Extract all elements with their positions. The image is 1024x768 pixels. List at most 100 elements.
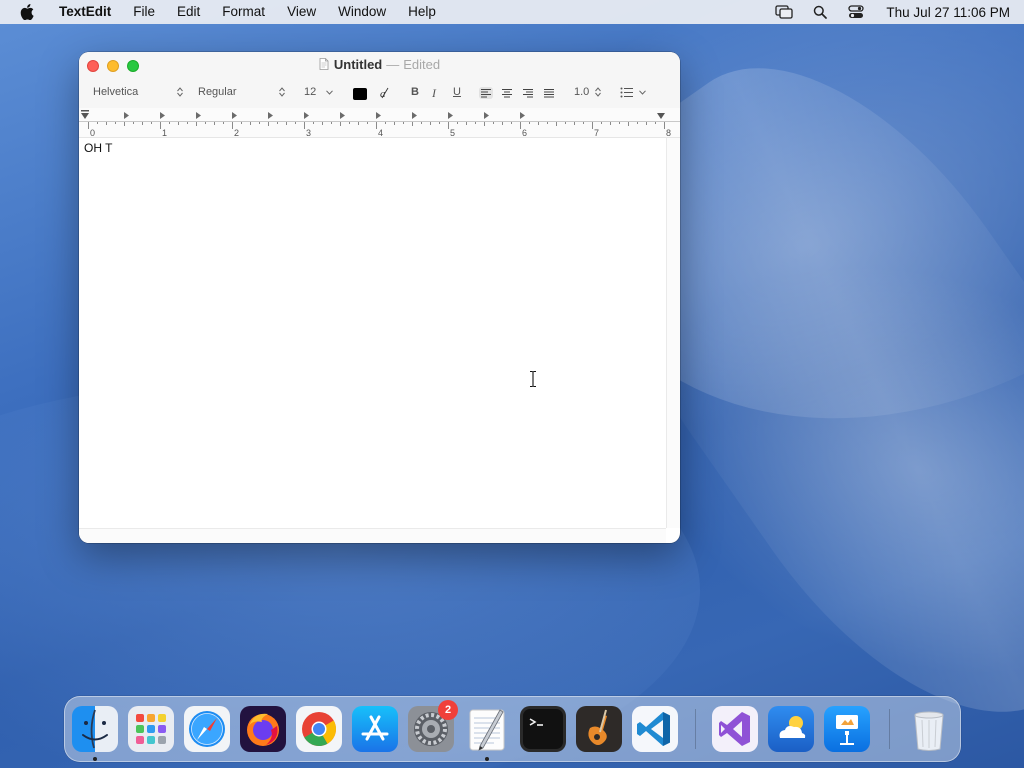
tab-stop-marker[interactable] (520, 112, 525, 119)
safari-icon[interactable] (184, 706, 230, 752)
terminal-icon[interactable] (520, 706, 566, 752)
document-title: Untitled (333, 57, 383, 72)
font-size-chevron-down-icon (326, 89, 334, 95)
tab-stop-marker[interactable] (448, 112, 453, 119)
tab-stop-marker[interactable] (484, 112, 489, 119)
svg-text:a: a (380, 88, 386, 100)
app-store-icon[interactable] (352, 706, 398, 752)
ruler-label: 0 (90, 128, 95, 138)
highlight-color-icon[interactable]: a (377, 85, 393, 101)
menu-app-name[interactable]: TextEdit (48, 0, 122, 24)
system-settings-icon[interactable]: 2 (408, 700, 458, 752)
align-right-button[interactable] (521, 87, 535, 99)
visual-studio-icon[interactable] (712, 706, 758, 752)
launchpad-icon[interactable] (128, 706, 174, 752)
font-family-popup[interactable]: Helvetica (93, 86, 184, 98)
bulleted-list-icon (620, 87, 633, 98)
tab-stop-marker[interactable] (376, 112, 381, 119)
format-toolbar: Helvetica Regular 12 a B I U 1.0 (79, 78, 680, 108)
finder-running-indicator (93, 757, 97, 761)
tab-stop-marker[interactable] (268, 112, 273, 119)
tab-stop-marker[interactable] (412, 112, 417, 119)
trash-icon[interactable] (906, 706, 952, 752)
ruler-label: 7 (594, 128, 599, 138)
dock: 2 (64, 696, 961, 762)
chrome-icon[interactable] (296, 706, 342, 752)
ruler-label: 1 (162, 128, 167, 138)
list-style-popup[interactable] (620, 87, 646, 98)
screen-mirroring-icon[interactable] (773, 3, 795, 21)
font-style-popup[interactable]: Regular (198, 86, 285, 98)
font-size-value: 12 (304, 86, 317, 98)
italic-button[interactable]: I (432, 86, 436, 101)
ruler-label: 2 (234, 128, 239, 138)
list-style-chevron-down-icon (639, 90, 646, 95)
menu-view[interactable]: View (276, 0, 327, 24)
tab-stop-marker[interactable] (196, 112, 201, 119)
dock-separator-trash (889, 709, 890, 749)
ruler-label: 4 (378, 128, 383, 138)
tab-stop-marker[interactable] (232, 112, 237, 119)
right-margin-marker[interactable] (657, 113, 665, 119)
menu-window[interactable]: Window (327, 0, 397, 24)
font-style-value: Regular (198, 86, 237, 98)
menu-edit[interactable]: Edit (166, 0, 211, 24)
control-center-icon[interactable] (845, 3, 867, 21)
vertical-scroll-rail[interactable] (666, 138, 680, 528)
window-title: Untitled — Edited (79, 57, 680, 72)
vscode-icon[interactable] (632, 706, 678, 752)
window-title-bar[interactable]: Untitled — Edited (79, 52, 680, 78)
line-spacing-popup[interactable]: 1.0 (574, 86, 602, 98)
align-right-icon (523, 89, 533, 98)
menu-bar: TextEdit File Edit Format View Window He… (0, 0, 1024, 24)
finder-icon[interactable] (72, 706, 118, 752)
font-family-updown-icon (177, 87, 184, 97)
ruler-label: 3 (306, 128, 311, 138)
dock-separator (695, 709, 696, 749)
line-spacing-updown-icon (595, 87, 602, 97)
tab-stop-marker[interactable] (340, 112, 345, 119)
menu-bar-clock[interactable]: Thu Jul 27 11:06 PM (886, 5, 1010, 20)
menu-format[interactable]: Format (211, 0, 276, 24)
title-separator: — (386, 57, 400, 72)
line-spacing-value: 1.0 (574, 86, 590, 98)
system-settings-badge: 2 (438, 700, 458, 720)
align-left-button[interactable] (479, 87, 493, 99)
firefox-icon[interactable] (240, 706, 286, 752)
document-edited-status: Edited (403, 57, 441, 72)
underline-button[interactable]: U (453, 86, 461, 98)
window-bottom-edge (79, 528, 666, 543)
ruler-label: 8 (666, 128, 671, 138)
keynote-icon[interactable] (824, 706, 870, 752)
text-color-well[interactable] (353, 88, 367, 100)
ruler-label: 5 (450, 128, 455, 138)
document-proxy-icon[interactable] (319, 58, 329, 70)
document-text[interactable]: OH T (84, 141, 112, 155)
font-style-updown-icon (278, 87, 285, 97)
align-center-icon (502, 89, 512, 98)
align-left-icon (481, 89, 491, 98)
text-ruler[interactable]: 0 1 2 3 4 5 6 7 8 (79, 108, 680, 138)
menu-help[interactable]: Help (397, 0, 447, 24)
textedit-icon[interactable] (464, 706, 510, 752)
tab-stop-marker[interactable] (160, 112, 165, 119)
font-family-value: Helvetica (93, 86, 139, 98)
justify-button[interactable] (542, 87, 556, 99)
apple-menu-icon[interactable] (18, 3, 36, 21)
font-size-combo[interactable]: 12 (304, 86, 334, 98)
align-center-button[interactable] (500, 87, 514, 99)
document-text-area[interactable]: OH T (79, 138, 666, 528)
justify-icon (544, 89, 554, 98)
textedit-window: Untitled — Edited Helvetica Regular 12 a B… (79, 52, 680, 543)
tab-stop-marker[interactable] (304, 112, 309, 119)
textedit-running-indicator (485, 757, 489, 761)
text-cursor-ibeam-icon (529, 370, 537, 388)
ruler-label: 6 (522, 128, 527, 138)
weather-icon[interactable] (768, 706, 814, 752)
tab-stop-marker[interactable] (124, 112, 129, 119)
garageband-icon[interactable] (576, 706, 622, 752)
bold-button[interactable]: B (411, 86, 419, 98)
menu-file[interactable]: File (122, 0, 166, 24)
spotlight-search-icon[interactable] (809, 3, 831, 21)
left-indent-marker[interactable] (81, 113, 89, 119)
